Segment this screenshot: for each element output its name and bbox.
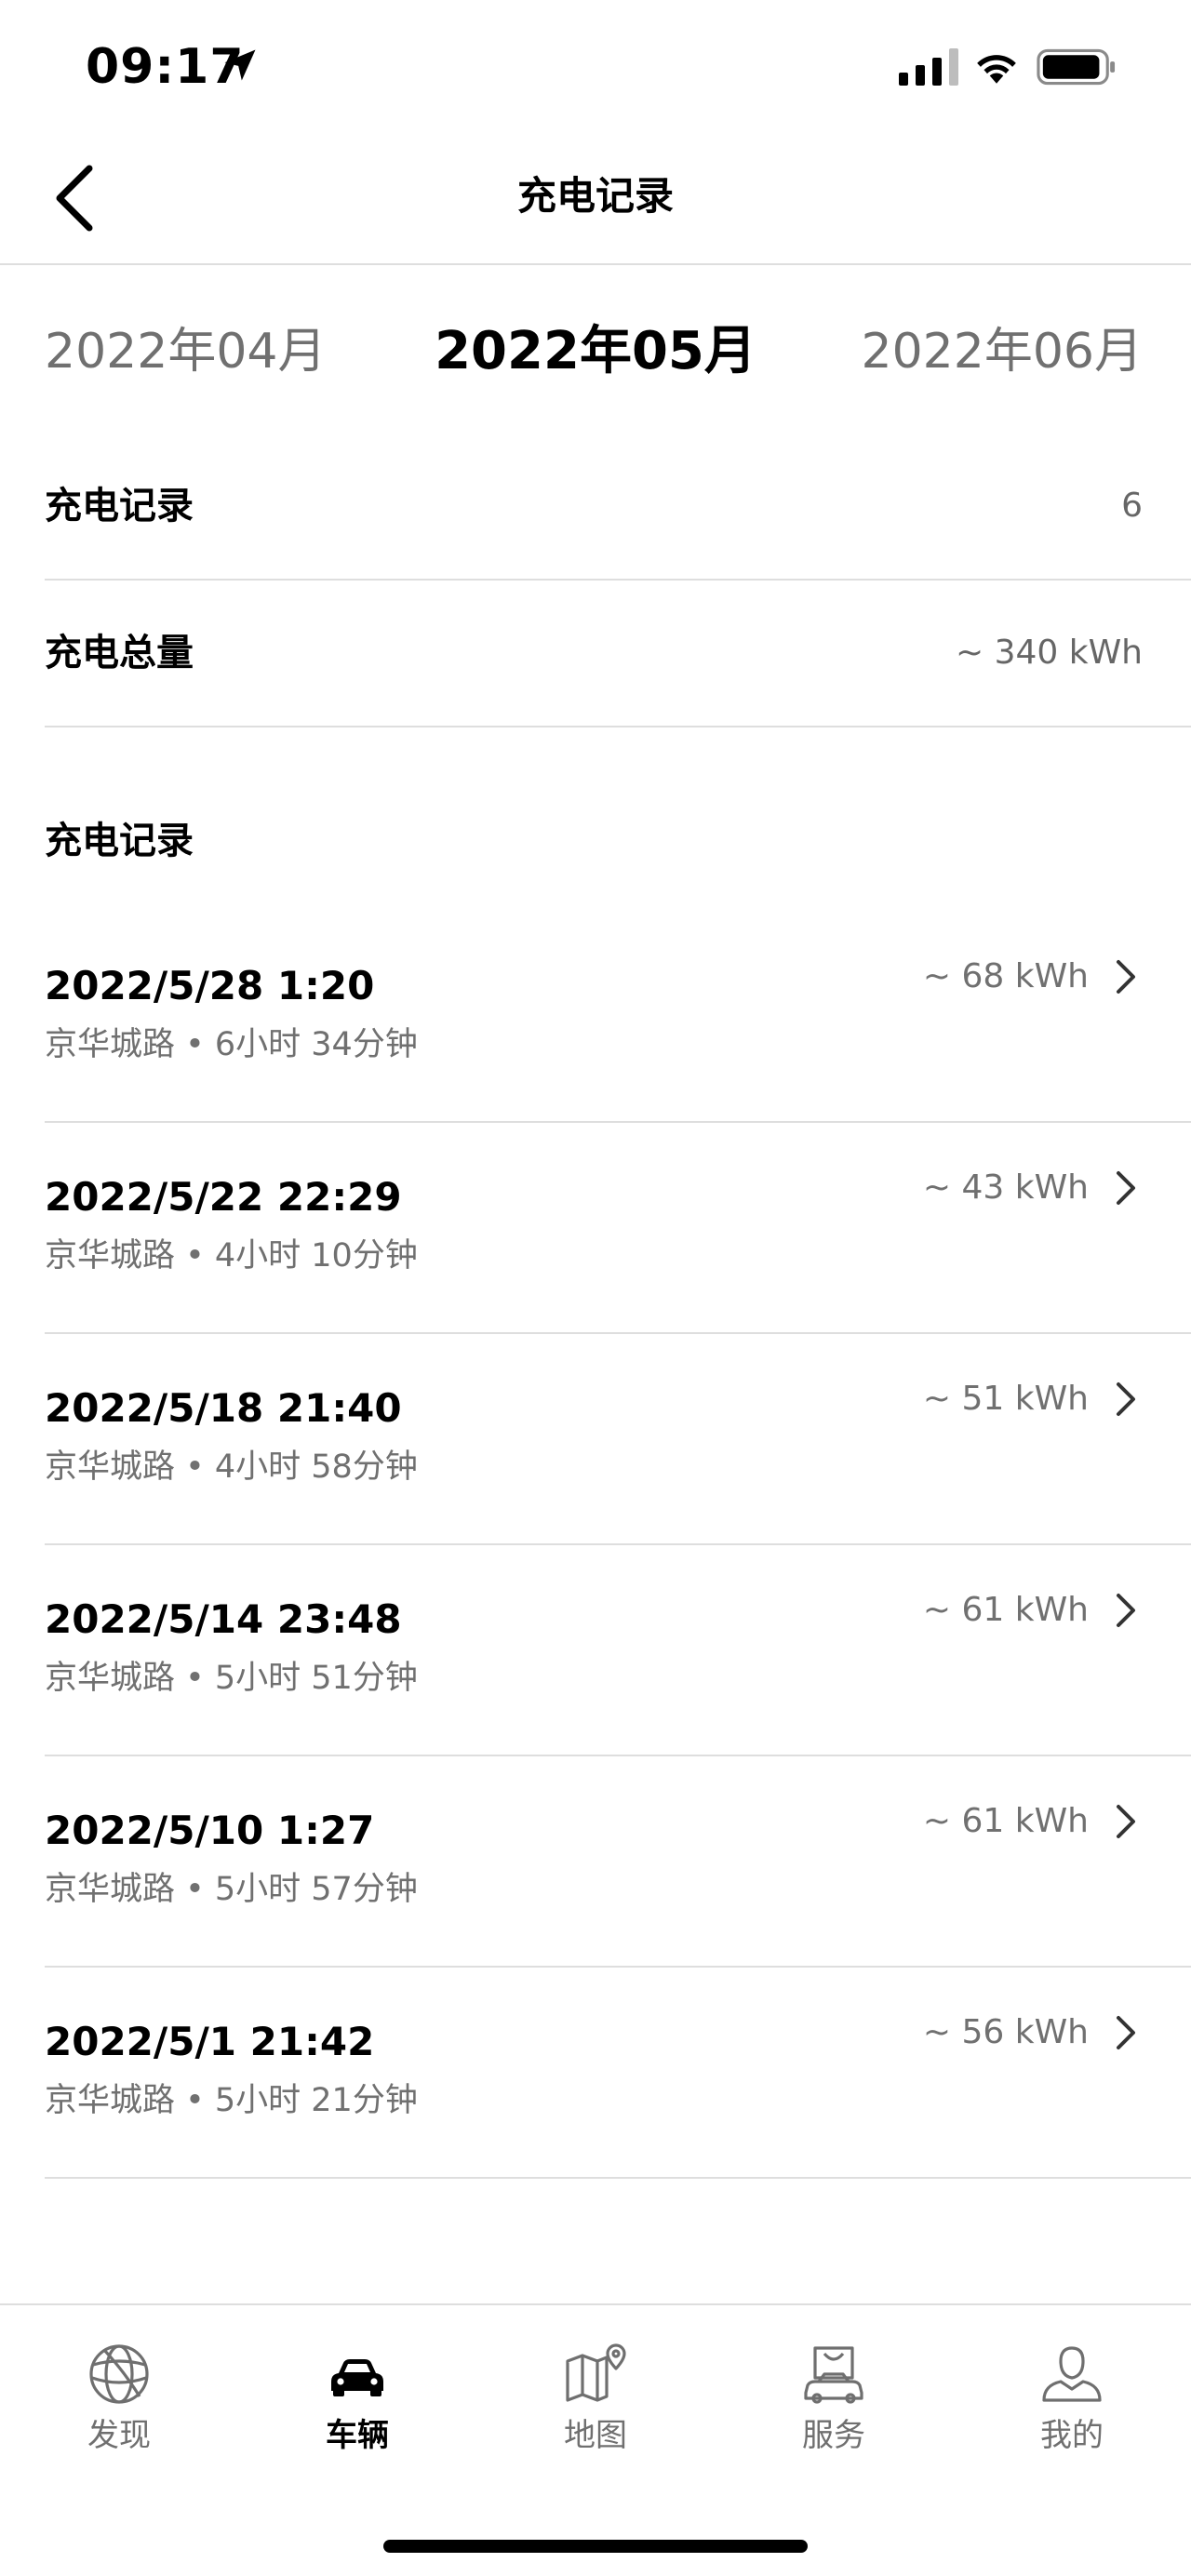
charging-record-row[interactable]: 2022/5/10 1:27 京华城路 • 5小时 57分钟 ~ 61 kWh: [45, 1756, 1191, 1968]
summary-total-energy: 充电总量 ~ 340 kWh: [45, 581, 1191, 727]
record-location-duration: 京华城路 • 5小时 21分钟: [45, 2082, 418, 2119]
record-location-duration: 京华城路 • 5小时 57分钟: [45, 1871, 418, 1908]
cellular-signal-icon: [899, 48, 958, 86]
tab-label: 地图: [564, 2417, 627, 2454]
tab-label: 发现: [87, 2417, 151, 2454]
record-energy: ~ 43 kWh: [922, 1168, 1089, 1207]
summary-value: ~ 340 kWh: [955, 634, 1143, 672]
tab-bar: 发现 车辆 地图 服务 我的: [0, 2303, 1191, 2576]
navigation-bar: 充电记录: [0, 135, 1191, 265]
record-location-duration: 京华城路 • 6小时 34分钟: [45, 1026, 418, 1063]
charging-record-row[interactable]: 2022/5/28 1:20 京华城路 • 6小时 34分钟 ~ 68 kWh: [45, 912, 1191, 1123]
tab-label: 服务: [802, 2417, 865, 2454]
tab-services[interactable]: 服务: [759, 2341, 908, 2480]
page-title: 充电记录: [516, 173, 674, 219]
record-date: 2022/5/22 22:29: [45, 1174, 402, 1220]
battery-icon: [1037, 48, 1116, 86]
record-location-duration: 京华城路 • 4小时 10分钟: [45, 1237, 418, 1275]
record-energy: ~ 61 kWh: [922, 1591, 1089, 1629]
record-energy: ~ 61 kWh: [922, 1802, 1089, 1840]
tab-profile[interactable]: 我的: [997, 2341, 1146, 2480]
summary-label: 充电总量: [45, 632, 194, 674]
globe-icon: [89, 2344, 149, 2404]
charging-record-row[interactable]: 2022/5/22 22:29 京华城路 • 4小时 10分钟 ~ 43 kWh: [45, 1123, 1191, 1334]
record-location-duration: 京华城路 • 4小时 58分钟: [45, 1448, 418, 1486]
chevron-right-icon: [1117, 1594, 1135, 1627]
car-icon: [331, 2359, 383, 2396]
chevron-right-icon: [1117, 960, 1135, 994]
record-location-duration: 京华城路 • 5小时 51分钟: [45, 1660, 418, 1697]
location-arrow-icon: [224, 49, 256, 81]
summary-label: 充电记录: [45, 485, 194, 527]
month-selector: 2022年04月 2022年05月 2022年06月: [0, 279, 1191, 419]
charging-record-row[interactable]: 2022/5/18 21:40 京华城路 • 4小时 58分钟 ~ 51 kWh: [45, 1334, 1191, 1545]
tab-map[interactable]: 地图: [521, 2341, 670, 2480]
wifi-icon: [977, 55, 1016, 84]
month-current[interactable]: 2022年05月: [435, 321, 756, 381]
tab-label: 我的: [1040, 2417, 1104, 2454]
shopping-bag-icon: [804, 2346, 863, 2404]
chevron-right-icon: [1117, 1382, 1135, 1416]
record-energy: ~ 51 kWh: [922, 1380, 1089, 1418]
status-bar: 09:17: [0, 0, 1191, 135]
chevron-right-icon: [1117, 2016, 1135, 2049]
month-next[interactable]: 2022年06月: [861, 316, 1143, 387]
record-date: 2022/5/28 1:20: [45, 963, 375, 1008]
month-previous[interactable]: 2022年04月: [45, 316, 327, 387]
charging-record-row[interactable]: 2022/5/1 21:42 京华城路 • 5小时 21分钟 ~ 56 kWh: [45, 1968, 1191, 2179]
record-date: 2022/5/10 1:27: [45, 1808, 375, 1853]
charging-record-row[interactable]: 2022/5/14 23:48 京华城路 • 5小时 51分钟 ~ 61 kWh: [45, 1545, 1191, 1756]
record-energy: ~ 68 kWh: [922, 957, 1089, 995]
summary-record-count: 充电记录 6: [45, 434, 1191, 581]
record-date: 2022/5/1 21:42: [45, 2019, 375, 2064]
record-date: 2022/5/14 23:48: [45, 1596, 402, 1642]
summary-value: 6: [1121, 487, 1143, 525]
map-icon: [566, 2343, 626, 2402]
tab-discover[interactable]: 发现: [45, 2341, 194, 2480]
chevron-right-icon: [1117, 1171, 1135, 1205]
section-title: 充电记录: [45, 820, 194, 862]
charging-records-screen: 09:17 充电记录 2022年04月 2022年05月 2022年06月 充电…: [0, 0, 1191, 2576]
person-icon: [1042, 2346, 1102, 2402]
record-energy: ~ 56 kWh: [922, 2013, 1089, 2051]
record-date: 2022/5/18 21:40: [45, 1385, 402, 1431]
chevron-right-icon: [1117, 1805, 1135, 1838]
home-indicator: [383, 2540, 808, 2553]
tab-label: 车辆: [326, 2417, 389, 2454]
tab-vehicle[interactable]: 车辆: [283, 2341, 432, 2480]
